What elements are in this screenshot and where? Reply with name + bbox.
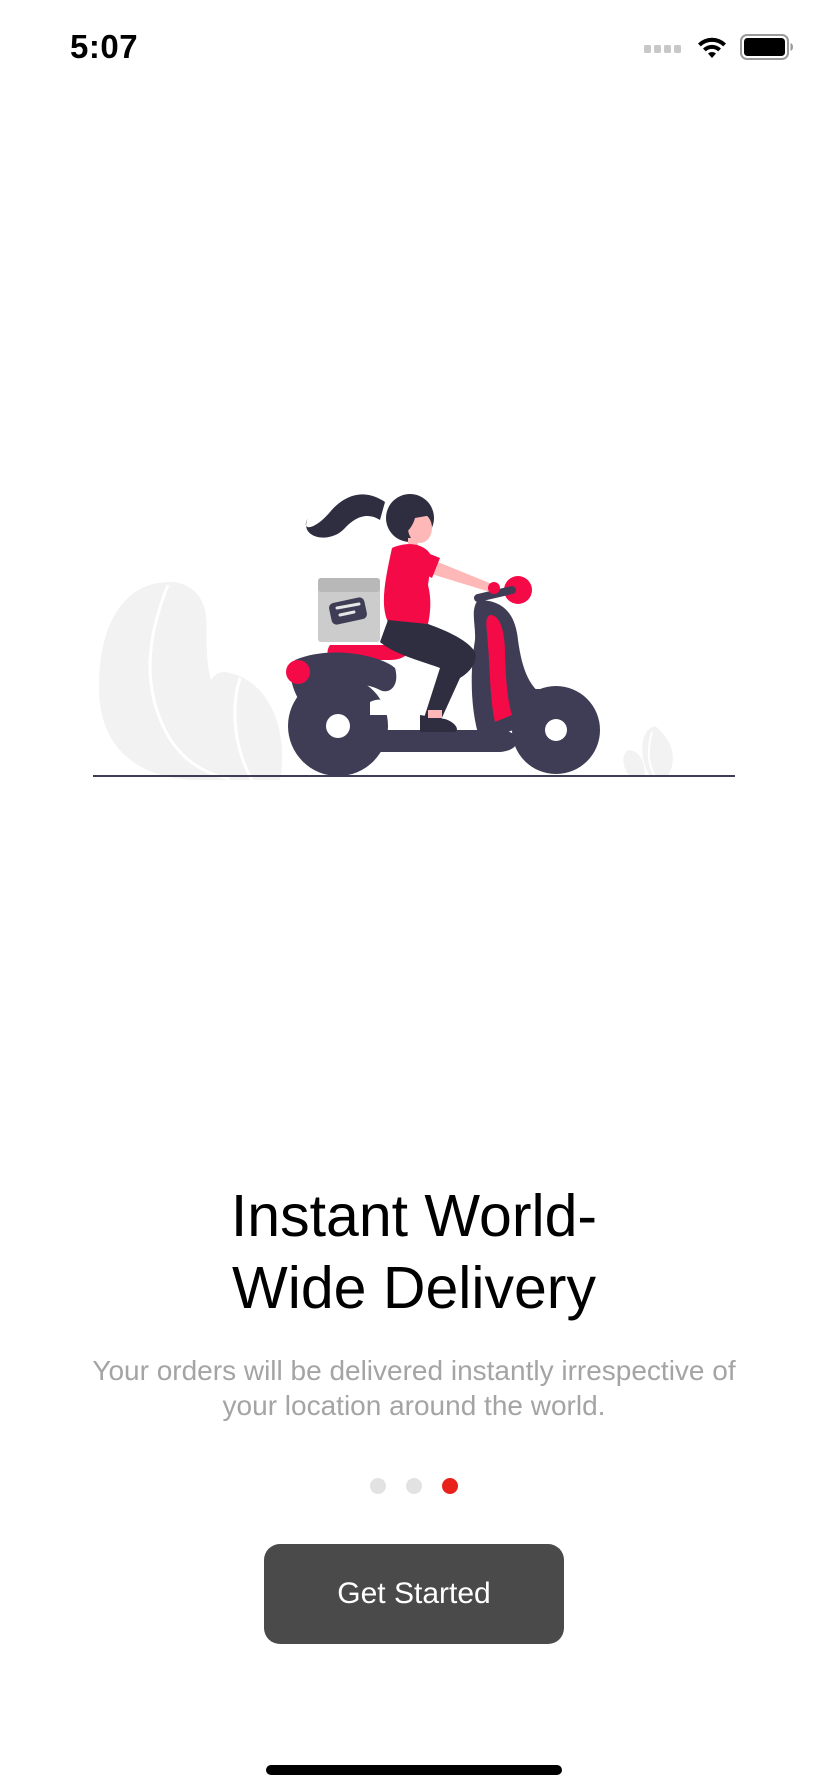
scooter-delivery-illustration (0, 440, 828, 800)
home-indicator[interactable] (266, 1765, 562, 1775)
status-icons (644, 34, 794, 60)
headline-line-1: Instant World- (230, 1183, 598, 1249)
status-time: 5:07 (70, 28, 139, 65)
page-indicator[interactable] (0, 1478, 828, 1494)
cellular-signal-icon (644, 45, 681, 53)
delivery-box-icon (318, 578, 380, 642)
subtitle-line-1: Your orders will be delivered instantly … (92, 1355, 736, 1386)
page-dot-1[interactable] (370, 1478, 386, 1494)
foliage-right-icon (623, 726, 673, 777)
onboarding-headline: Instant World- Wide Delivery (64, 1180, 764, 1324)
page-dot-3-active[interactable] (442, 1478, 458, 1494)
get-started-button[interactable]: Get Started (264, 1544, 564, 1644)
page-dot-2[interactable] (406, 1478, 422, 1494)
onboarding-subtitle: Your orders will be delivered instantly … (40, 1353, 788, 1423)
battery-icon (740, 34, 793, 60)
subtitle-line-2: your location around the world. (222, 1390, 606, 1421)
headline-line-2: Wide Delivery (232, 1255, 596, 1321)
status-bar: 5:07 (0, 0, 828, 100)
wifi-icon (698, 37, 726, 58)
foliage-left-icon (98, 582, 283, 782)
